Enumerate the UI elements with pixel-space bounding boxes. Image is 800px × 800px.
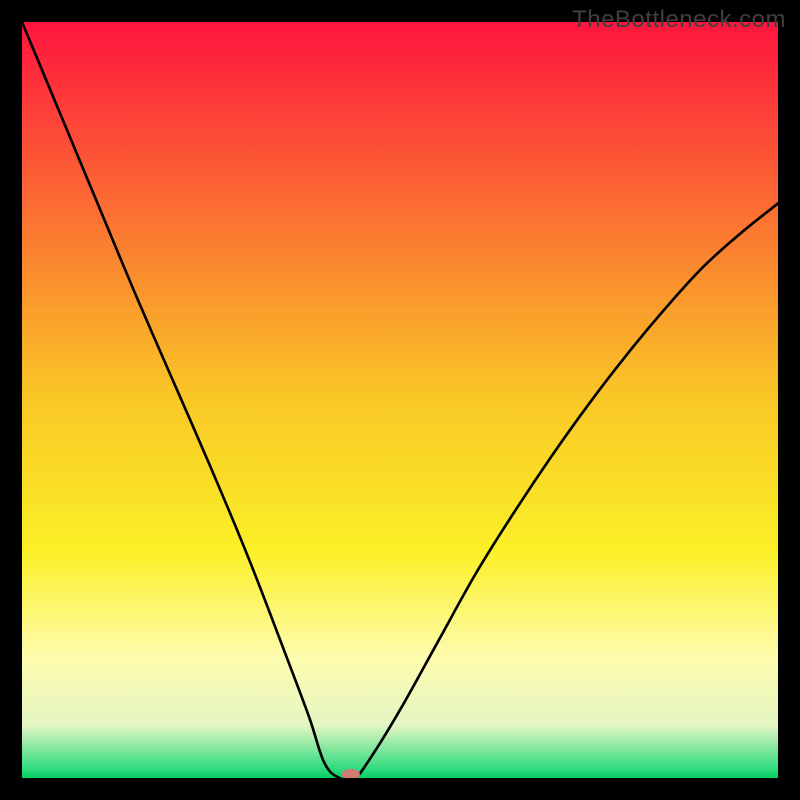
chart-svg: [22, 22, 778, 778]
chart-frame: TheBottleneck.com: [0, 0, 800, 800]
gradient-background: [22, 22, 778, 778]
watermark-text: TheBottleneck.com: [572, 6, 786, 34]
plot-area: [22, 22, 778, 778]
